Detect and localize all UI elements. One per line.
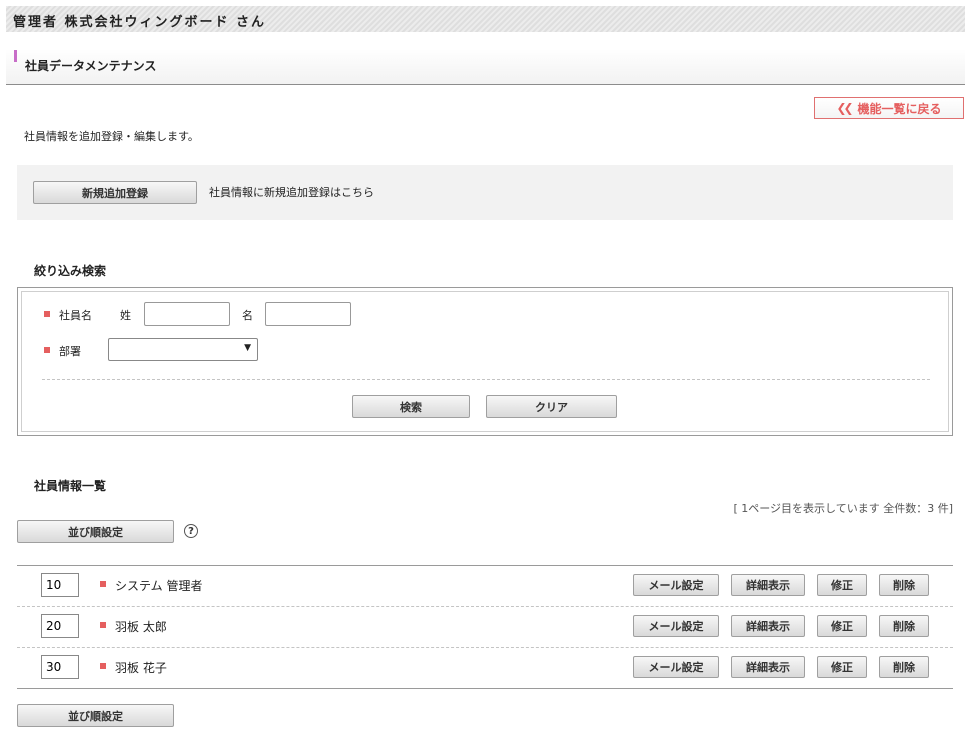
new-registration-box: 新規追加登録 社員情報に新規追加登録はこちら	[17, 165, 953, 220]
filter-heading: 絞り込み検索	[34, 264, 107, 278]
filter-divider	[42, 379, 930, 380]
top-bar: 管理者 株式会社ウィングボード さん	[6, 6, 965, 32]
table-row: システム 管理者 メール設定 詳細表示 修正 削除	[17, 565, 953, 607]
department-select[interactable]: ▼	[108, 338, 258, 361]
detail-button[interactable]: 詳細表示	[731, 574, 805, 596]
double-chevron-left-icon: ❮❮	[836, 101, 853, 115]
bullet-icon	[100, 663, 106, 669]
question-circle-icon[interactable]: ?	[184, 524, 198, 538]
first-name-label: 名	[242, 309, 253, 322]
list-heading: 社員情報一覧	[34, 479, 107, 493]
page-info: [ 1ページ目を表示しています 全件数：3 件]	[733, 502, 953, 515]
edit-button[interactable]: 修正	[817, 615, 867, 637]
list-bottom-border	[17, 688, 953, 689]
first-name-input[interactable]	[265, 302, 351, 326]
section-title: 社員データメンテナンス	[25, 59, 157, 73]
department-label: 部署	[59, 345, 81, 358]
mail-settings-button[interactable]: メール設定	[633, 656, 719, 678]
delete-button[interactable]: 削除	[879, 615, 929, 637]
back-to-menu-label: 機能一覧に戻る	[857, 101, 942, 116]
employee-name: システム 管理者	[115, 579, 203, 593]
detail-button[interactable]: 詳細表示	[731, 615, 805, 637]
bullet-icon	[100, 622, 106, 628]
last-name-label: 姓	[120, 309, 131, 322]
back-to-menu-button[interactable]: ❮❮ 機能一覧に戻る	[814, 97, 964, 119]
edit-button[interactable]: 修正	[817, 574, 867, 596]
section-marker	[14, 50, 17, 62]
new-registration-button[interactable]: 新規追加登録	[33, 181, 197, 204]
section-header: 社員データメンテナンス	[6, 49, 965, 85]
search-button[interactable]: 検索	[352, 395, 470, 418]
order-input[interactable]	[41, 614, 79, 638]
clear-button[interactable]: クリア	[486, 395, 617, 418]
user-title: 管理者 株式会社ウィングボード さん	[13, 15, 267, 30]
delete-button[interactable]: 削除	[879, 574, 929, 596]
mail-settings-button[interactable]: メール設定	[633, 574, 719, 596]
table-row: 羽板 太郎 メール設定 詳細表示 修正 削除	[17, 606, 953, 648]
order-input[interactable]	[41, 655, 79, 679]
order-input[interactable]	[41, 573, 79, 597]
employee-name: 羽板 花子	[115, 661, 167, 675]
bullet-icon	[100, 581, 106, 587]
edit-button[interactable]: 修正	[817, 656, 867, 678]
sort-order-button-bottom[interactable]: 並び順設定	[17, 704, 174, 727]
mail-settings-button[interactable]: メール設定	[633, 615, 719, 637]
delete-button[interactable]: 削除	[879, 656, 929, 678]
employee-name: 羽板 太郎	[115, 620, 167, 634]
employee-name-label: 社員名	[59, 309, 92, 322]
last-name-input[interactable]	[144, 302, 230, 326]
page-description: 社員情報を追加登録・編集します。	[24, 130, 199, 143]
filter-panel: 社員名 姓 名 部署 ▼ 検索 クリア	[17, 287, 953, 436]
detail-button[interactable]: 詳細表示	[731, 656, 805, 678]
dropdown-arrow-icon: ▼	[244, 343, 251, 353]
bullet-icon	[44, 347, 50, 353]
new-registration-hint: 社員情報に新規追加登録はこちら	[209, 186, 374, 199]
table-row: 羽板 花子 メール設定 詳細表示 修正 削除	[17, 647, 953, 688]
bullet-icon	[44, 311, 50, 317]
sort-order-button[interactable]: 並び順設定	[17, 520, 174, 543]
